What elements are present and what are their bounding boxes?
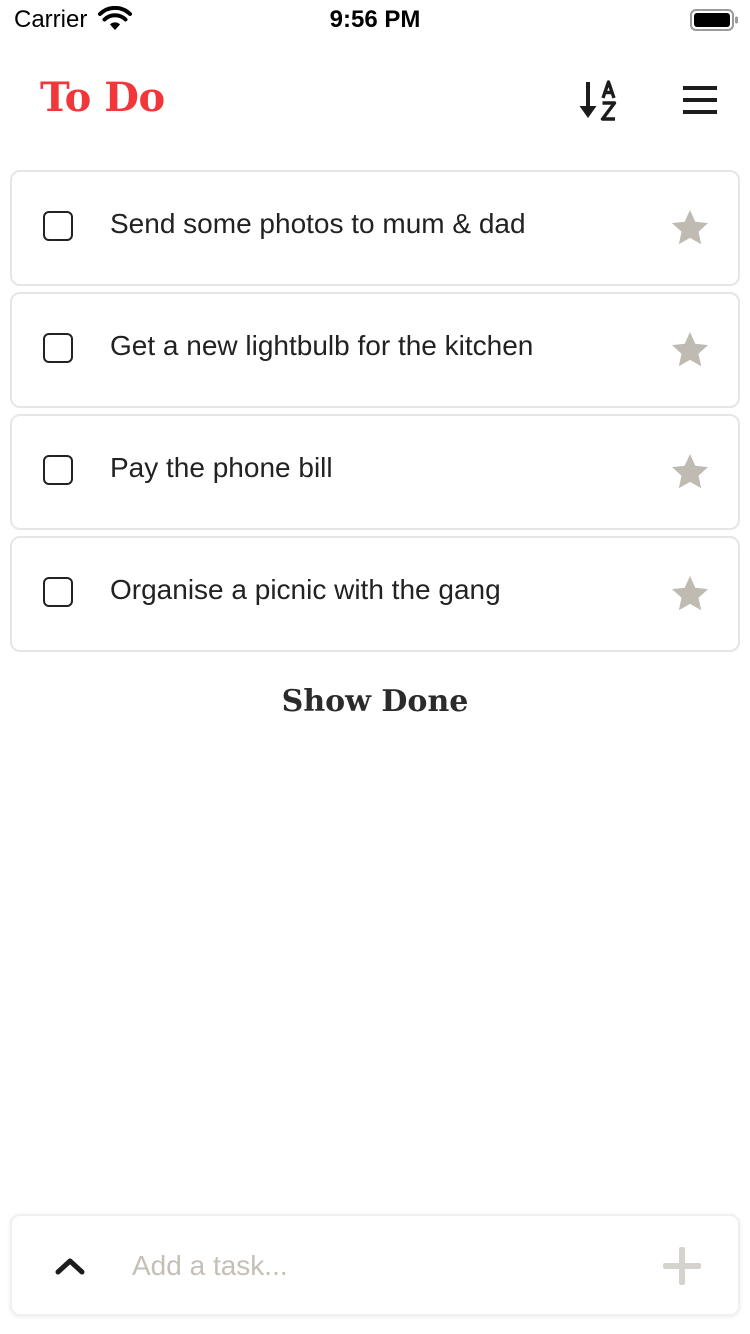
task-checkbox[interactable]: [43, 577, 73, 607]
clock: 9:56 PM: [329, 6, 421, 33]
hamburger-menu-icon: [683, 86, 717, 114]
task-item[interactable]: Pay the phone bill: [10, 414, 740, 530]
battery-icon: [690, 9, 738, 31]
task-list: Send some photos to mum & dad Get a new …: [10, 170, 740, 658]
show-done-button[interactable]: Show Done: [0, 684, 750, 719]
chevron-up-icon[interactable]: [50, 1246, 90, 1286]
task-checkbox[interactable]: [43, 455, 73, 485]
sort-alpha-down-icon: [579, 80, 617, 121]
status-bar: Carrier 9:56 PM: [0, 0, 750, 40]
task-label: Get a new lightbulb for the kitchen: [110, 330, 534, 361]
task-checkbox[interactable]: [43, 211, 73, 241]
sort-button[interactable]: [570, 72, 630, 128]
star-icon[interactable]: [670, 208, 710, 248]
add-task-input[interactable]: [130, 1242, 634, 1290]
menu-button[interactable]: [676, 72, 724, 128]
star-icon[interactable]: [670, 452, 710, 492]
star-icon[interactable]: [670, 330, 710, 370]
plus-icon[interactable]: [660, 1244, 704, 1288]
star-icon[interactable]: [670, 574, 710, 614]
add-task-bar: [10, 1214, 740, 1316]
task-item[interactable]: Get a new lightbulb for the kitchen: [10, 292, 740, 408]
task-label: Pay the phone bill: [110, 452, 333, 483]
task-checkbox[interactable]: [43, 333, 73, 363]
page-title: To Do: [40, 74, 165, 121]
task-label: Send some photos to mum & dad: [110, 208, 526, 239]
task-label: Organise a picnic with the gang: [110, 574, 501, 605]
task-item[interactable]: Organise a picnic with the gang: [10, 536, 740, 652]
task-item[interactable]: Send some photos to mum & dad: [10, 170, 740, 286]
